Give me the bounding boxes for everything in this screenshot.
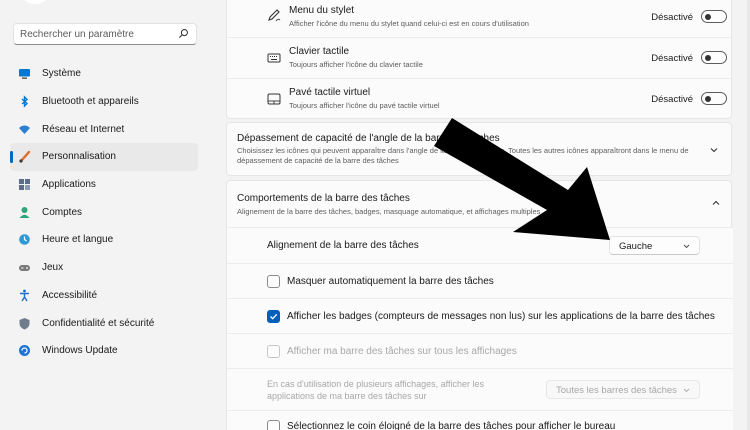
section-title: Dépassement de capacité de l'angle de la… [237,133,500,144]
sidebar-item-label: Confidentialité et sécurité [42,317,155,329]
touch-keyboard-toggle[interactable] [701,51,727,64]
badges-row: Afficher les badges (compteurs de messag… [227,298,733,333]
brush-icon [18,150,31,164]
chevron-up-icon [712,200,720,205]
status-text: Désactivé [651,53,693,64]
sidebar-item-applications[interactable]: Applications [10,171,198,199]
sidebar-item-accessibilite[interactable]: Accessibilité [10,282,198,310]
bluetooth-icon [18,95,31,108]
avatar[interactable] [18,0,52,4]
sidebar-item-windows-update[interactable]: Windows Update [10,337,198,365]
sidebar-item-heure[interactable]: Heure et langue [10,226,198,254]
sidebar-item-label: Comptes [42,206,83,218]
all-displays-label: Afficher ma barre des tâches sur tous le… [287,346,517,357]
autohide-checkbox[interactable] [267,275,280,288]
sidebar-item-confidentialite[interactable]: Confidentialité et sécurité [10,309,198,337]
multi-display-label: En cas d'utilisation de plusieurs affich… [267,379,485,401]
pen-icon [268,9,281,22]
all-displays-checkbox[interactable] [267,345,280,358]
all-displays-row: Afficher ma barre des tâches sur tous le… [227,333,733,368]
sidebar-item-reseau[interactable]: Réseau et Internet [10,115,198,143]
behaviors-header[interactable]: Comportements de la barre des tâches Ali… [227,181,733,226]
taskbar-behaviors-section: Comportements de la barre des tâches Ali… [226,180,733,430]
multi-display-dropdown[interactable]: Toutes les barres des tâches [546,380,700,399]
sidebar-item-personnalisation[interactable]: Personnalisation [10,143,198,171]
far-corner-row: Sélectionnez le coin éloigné de la barre… [227,410,733,430]
section-title: Comportements de la barre des tâches [237,193,410,204]
status-text: Désactivé [651,94,693,105]
taskbar-overflow-section[interactable]: Dépassement de capacité de l'angle de la… [226,122,732,176]
badges-checkbox[interactable] [267,310,280,323]
multi-display-row: En cas d'utilisation de plusieurs affich… [227,368,733,410]
chevron-down-icon [683,244,690,249]
account-icon [18,206,31,219]
search-icon [178,29,188,39]
sidebar-item-comptes[interactable]: Comptes [10,198,198,226]
sidebar: Rechercher un paramètre Système Bluetoot… [0,0,212,430]
alignment-dropdown[interactable]: Gauche [609,236,700,255]
far-corner-checkbox[interactable] [267,420,280,430]
virtual-touchpad-row: Pavé tactile virtuel Toujours afficher l… [227,78,733,119]
sidebar-item-label: Applications [42,179,96,191]
row-title: Clavier tactile [289,46,350,57]
sidebar-item-label: Réseau et Internet [42,123,125,135]
chevron-down-icon [683,388,690,393]
sidebar-item-systeme[interactable]: Système [10,60,198,88]
checkmark-icon [270,313,278,320]
touch-keyboard-row: Clavier tactile Toujours afficher l'icôn… [227,37,733,78]
row-title: Menu du stylet [289,5,355,16]
search-input[interactable]: Rechercher un paramètre [13,23,197,45]
accessibility-icon [18,289,31,302]
row-title: Pavé tactile virtuel [289,87,371,98]
shield-icon [18,317,31,330]
badges-label: Afficher les badges (compteurs de messag… [287,311,715,322]
globe-clock-icon [18,233,31,246]
row-subtitle: Toujours afficher l'icône du clavier tac… [289,60,423,69]
sidebar-item-label: Accessibilité [42,289,98,301]
status-text: Désactivé [651,12,693,23]
sidebar-item-jeux[interactable]: Jeux [10,254,198,282]
sidebar-item-label: Heure et langue [42,234,114,246]
sidebar-item-label: Jeux [42,262,64,274]
main-content: Menu du stylet Afficher l'icône du menu … [226,0,734,430]
apps-icon [18,178,31,191]
autohide-row: Masquer automatiquement la barre des tâc… [227,263,733,298]
chevron-down-icon [710,148,718,153]
search-placeholder: Rechercher un paramètre [20,29,134,40]
stylus-menu-row: Menu du stylet Afficher l'icône du menu … [227,0,733,37]
sidebar-item-label: Personnalisation [42,151,116,163]
alignment-value: Gauche [619,241,653,252]
keyboard-icon [267,53,281,63]
sidebar-item-label: Bluetooth et appareils [42,96,139,108]
multi-display-value: Toutes les barres des tâches [556,385,677,396]
stylus-menu-toggle[interactable] [701,10,727,23]
wifi-icon [18,123,31,136]
alignment-row: Alignement de la barre des tâches Gauche [227,227,733,263]
section-subtitle: Choisissez les icônes qui peuvent appara… [237,146,689,165]
sidebar-item-label: Système [42,68,81,80]
gamepad-icon [18,261,31,274]
sidebar-nav: Système Bluetooth et appareils Réseau et… [10,60,198,365]
corner-icons-card: Menu du stylet Afficher l'icône du menu … [226,0,733,119]
far-corner-label: Sélectionnez le coin éloigné de la barre… [287,421,616,430]
section-subtitle: Alignement de la barre des tâches, badge… [237,207,541,216]
row-subtitle: Toujours afficher l'icône du pavé tactil… [289,101,440,110]
touchpad-icon [267,93,281,105]
autohide-label: Masquer automatiquement la barre des tâc… [287,276,494,287]
update-icon [18,344,31,357]
alignment-label: Alignement de la barre des tâches [267,240,419,251]
sidebar-item-bluetooth[interactable]: Bluetooth et appareils [10,88,198,116]
row-subtitle: Afficher l'icône du menu du stylet quand… [289,19,529,28]
sidebar-item-label: Windows Update [42,345,118,357]
monitor-icon [18,67,31,80]
virtual-touchpad-toggle[interactable] [701,92,727,105]
